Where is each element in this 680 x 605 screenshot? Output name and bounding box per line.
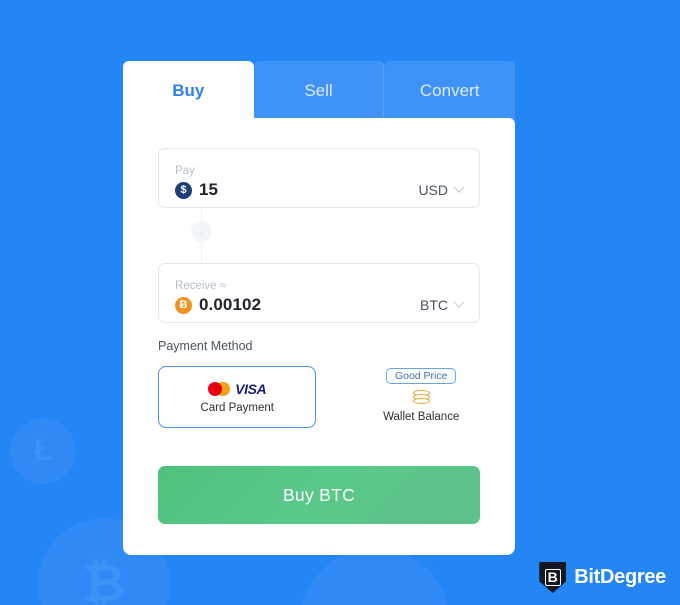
bitdegree-wordmark: BitDegree (574, 566, 666, 588)
tab-convert[interactable]: Convert (384, 61, 516, 121)
good-price-badge: Good Price (385, 368, 457, 384)
exchange-card-body: Pay $ 15 USD ↓ Receive ≈ Ƀ 0.00102 BTC P… (123, 118, 515, 428)
pay-currency-select[interactable]: USD (418, 181, 465, 198)
exchange-card: Pay $ 15 USD ↓ Receive ≈ Ƀ 0.00102 BTC P… (123, 118, 515, 555)
receive-currency-select[interactable]: BTC (420, 296, 465, 313)
pay-label: Pay (175, 165, 195, 177)
swap-arrow-icon[interactable]: ↓ (191, 221, 212, 242)
pay-currency-label: USD (418, 182, 448, 198)
card-brand-logos: VISA (208, 380, 267, 397)
chevron-down-icon (453, 296, 465, 308)
tab-buy-label: Buy (172, 81, 205, 100)
bitdegree-shield-icon: B (539, 562, 567, 593)
tab-sell-label: Sell (304, 81, 333, 100)
receive-label: Receive ≈ (175, 280, 227, 292)
tab-sell[interactable]: Sell (253, 61, 385, 121)
decorative-circle (300, 548, 450, 605)
payment-method-title: Payment Method (158, 339, 253, 353)
payment-option-card-label: Card Payment (200, 401, 274, 414)
visa-icon: VISA (235, 380, 267, 397)
receive-currency-label: BTC (420, 297, 448, 313)
receive-row: Ƀ 0.00102 BTC (175, 295, 465, 315)
litecoin-glyph: Ł (33, 434, 53, 467)
chevron-down-icon (453, 181, 465, 193)
receive-amount-input[interactable]: 0.00102 (199, 295, 261, 315)
btc-coin-icon: Ƀ (175, 296, 192, 314)
tab-convert-label: Convert (419, 81, 480, 100)
payment-option-wallet-balance[interactable]: Good Price Wallet Balance (362, 366, 480, 423)
bitcoin-glyph: ₿ (82, 555, 126, 605)
receive-field[interactable]: Receive ≈ Ƀ 0.00102 BTC (158, 263, 480, 323)
decorative-litecoin-circle: Ł (10, 418, 76, 484)
pay-row: $ 15 USD (175, 180, 465, 200)
buy-btc-button[interactable]: Buy BTC (158, 466, 480, 524)
pay-amount-input[interactable]: 15 (199, 180, 218, 200)
bitdegree-watermark: B BitDegree (539, 562, 666, 593)
payment-option-card-payment[interactable]: VISA Card Payment (158, 366, 317, 428)
exchange-tabs: Buy Sell Convert (123, 61, 516, 121)
swap-connector: ↓ (187, 208, 217, 263)
pay-field[interactable]: Pay $ 15 USD (158, 148, 480, 208)
mastercard-icon (208, 381, 231, 396)
usd-coin-icon: $ (175, 181, 192, 199)
payment-method-options: VISA Card Payment Good Price Wallet Bala… (158, 366, 480, 428)
payment-option-wallet-label: Wallet Balance (383, 411, 460, 423)
coin-stack-icon (412, 390, 430, 405)
tab-buy[interactable]: Buy (123, 61, 254, 121)
bitdegree-monogram: B (544, 569, 561, 586)
